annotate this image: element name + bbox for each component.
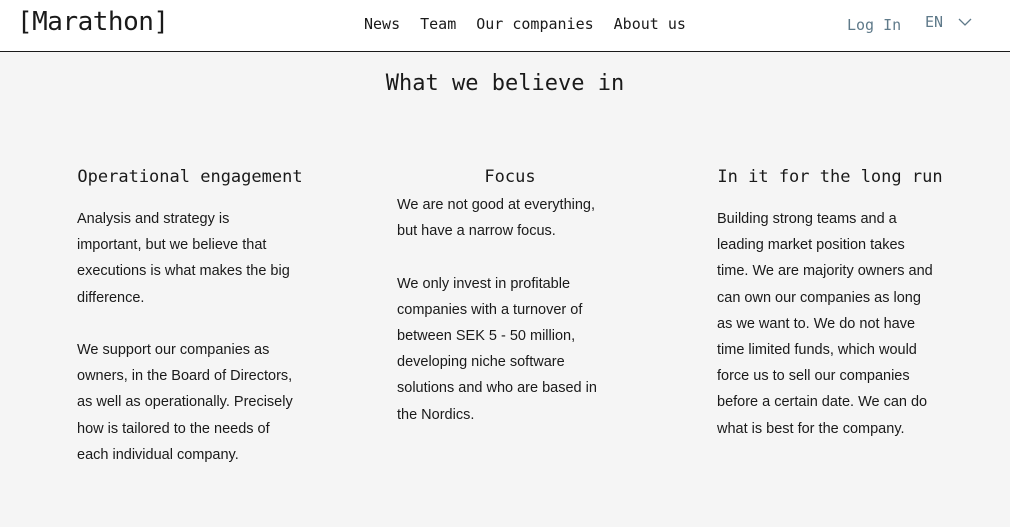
column-heading: In it for the long run xyxy=(717,167,943,187)
nav-link-about-us[interactable]: About us xyxy=(614,15,686,33)
column-heading: Focus xyxy=(484,167,536,187)
page-title: What we believe in xyxy=(385,71,625,96)
belief-column-focus: Focus We are not good at everything, but… xyxy=(397,165,617,428)
column-paragraph: We are not good at everything, but have … xyxy=(397,197,596,240)
nav-link-team[interactable]: Team xyxy=(420,15,456,33)
column-paragraph: We only invest in profitable companies w… xyxy=(397,275,597,423)
column-paragraph: Building strong teams and a leading mark… xyxy=(717,211,933,437)
column-body: Analysis and strategy is important, but … xyxy=(77,206,297,468)
language-label: EN xyxy=(925,13,944,31)
chevron-down-icon xyxy=(958,18,972,26)
column-paragraph: Analysis and strategy is important, but … xyxy=(77,211,290,306)
nav-link-our-companies[interactable]: Our companies xyxy=(476,15,593,33)
site-logo[interactable]: [Marathon] xyxy=(17,6,169,38)
login-link[interactable]: Log In xyxy=(847,16,901,34)
column-heading: Operational engagement xyxy=(77,167,303,187)
column-body: We are not good at everything, but have … xyxy=(397,192,617,428)
main-nav: News Team Our companies About us xyxy=(364,15,706,33)
language-selector[interactable]: EN xyxy=(925,13,973,31)
belief-column-long-run: In it for the long run Building strong t… xyxy=(717,165,943,442)
nav-link-news[interactable]: News xyxy=(364,15,400,33)
site-header: [Marathon] News Team Our companies About… xyxy=(0,0,1010,52)
belief-column-operational-engagement: Operational engagement Analysis and stra… xyxy=(77,165,303,468)
column-body: Building strong teams and a leading mark… xyxy=(717,206,937,442)
column-paragraph: We support our companies as owners, in t… xyxy=(77,342,293,463)
